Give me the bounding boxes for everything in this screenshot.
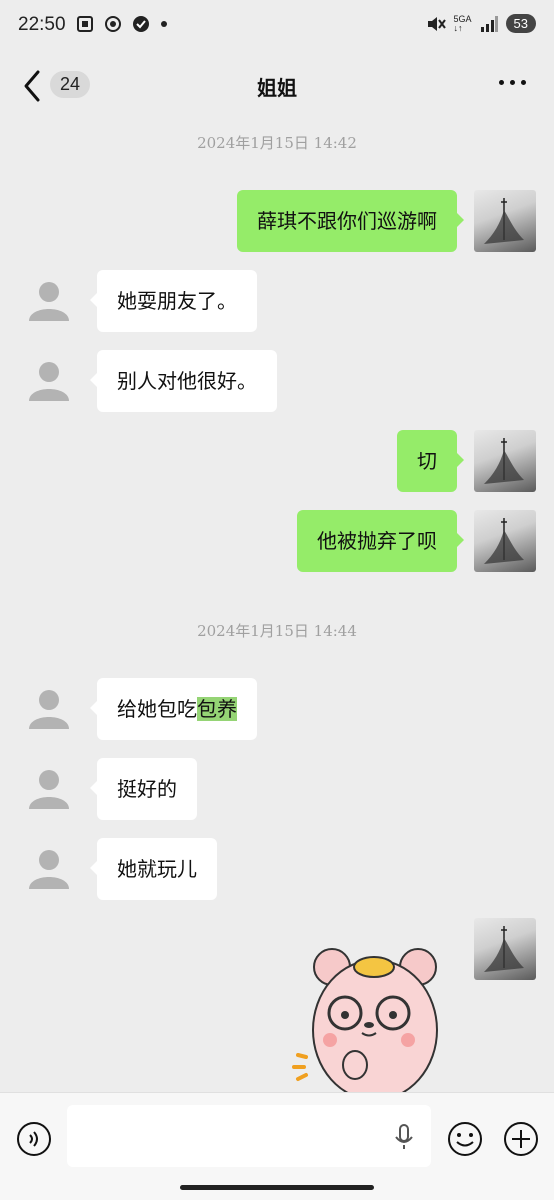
message-bubble-incoming[interactable]: 她耍朋友了。 bbox=[90, 270, 257, 332]
sync-icon bbox=[105, 16, 121, 32]
contact-avatar[interactable] bbox=[28, 279, 70, 321]
chat-header: 24 姐姐 bbox=[0, 56, 554, 116]
chat-input-bar bbox=[0, 1092, 554, 1200]
contact-avatar[interactable] bbox=[28, 767, 70, 809]
ink-figure-avatar-icon bbox=[484, 438, 524, 484]
self-avatar[interactable] bbox=[474, 190, 536, 252]
emoji-icon[interactable] bbox=[447, 1121, 483, 1157]
message-bubble-incoming[interactable]: 她就玩儿 bbox=[90, 838, 217, 900]
self-avatar[interactable] bbox=[474, 918, 536, 980]
message-bubble-outgoing[interactable]: 他被抛弃了呗 bbox=[297, 510, 464, 572]
status-icons-left bbox=[76, 15, 168, 33]
screenshot-icon bbox=[77, 16, 93, 32]
self-avatar[interactable] bbox=[474, 510, 536, 572]
status-time: 22:50 bbox=[18, 14, 66, 35]
contact-avatar[interactable] bbox=[28, 359, 70, 401]
message-timestamp: 2024年1月15日 14:42 bbox=[197, 134, 357, 152]
message-bubble-outgoing[interactable]: 切 bbox=[397, 430, 464, 492]
battery-level: 53 bbox=[505, 14, 536, 33]
message-bubble-incoming[interactable]: 别人对他很好。 bbox=[90, 350, 277, 412]
plus-icon[interactable] bbox=[503, 1121, 539, 1157]
ink-figure-avatar-icon bbox=[484, 518, 524, 564]
chat-title: 姐姐 bbox=[257, 76, 297, 100]
signal-icon bbox=[480, 15, 498, 32]
more-dots-icon bbox=[499, 80, 504, 85]
status-bar: 22:50 5GA ↓↑ 53 bbox=[0, 0, 554, 52]
home-indicator bbox=[180, 1185, 374, 1190]
mic-icon[interactable] bbox=[392, 1123, 416, 1151]
message-bubble-outgoing[interactable]: 薛琪不跟你们巡游啊 bbox=[237, 190, 464, 252]
message-bubble-incoming[interactable]: 挺好的 bbox=[90, 758, 197, 820]
message-timestamp: 2024年1月15日 14:44 bbox=[197, 622, 357, 640]
more-button[interactable] bbox=[499, 80, 526, 85]
dot-icon bbox=[161, 21, 167, 27]
highlighted-word[interactable]: 包养 bbox=[197, 697, 237, 721]
message-text: 给她包吃 bbox=[117, 697, 197, 721]
network-type: 5GA ↓↑ bbox=[453, 13, 472, 33]
mute-icon bbox=[427, 16, 446, 31]
message-bubble-incoming[interactable]: 给她包吃包养 bbox=[90, 678, 257, 740]
status-icons-right: 5GA ↓↑ 53 bbox=[426, 14, 536, 33]
voice-icon[interactable] bbox=[16, 1121, 52, 1157]
message-input[interactable] bbox=[67, 1105, 431, 1167]
check-circle-icon bbox=[133, 16, 149, 32]
ink-figure-avatar-icon bbox=[484, 926, 524, 972]
ink-figure-avatar-icon bbox=[484, 198, 524, 244]
self-avatar[interactable] bbox=[474, 430, 536, 492]
contact-avatar[interactable] bbox=[28, 847, 70, 889]
bear-sticker-icon[interactable] bbox=[290, 945, 450, 1095]
contact-avatar[interactable] bbox=[28, 687, 70, 729]
